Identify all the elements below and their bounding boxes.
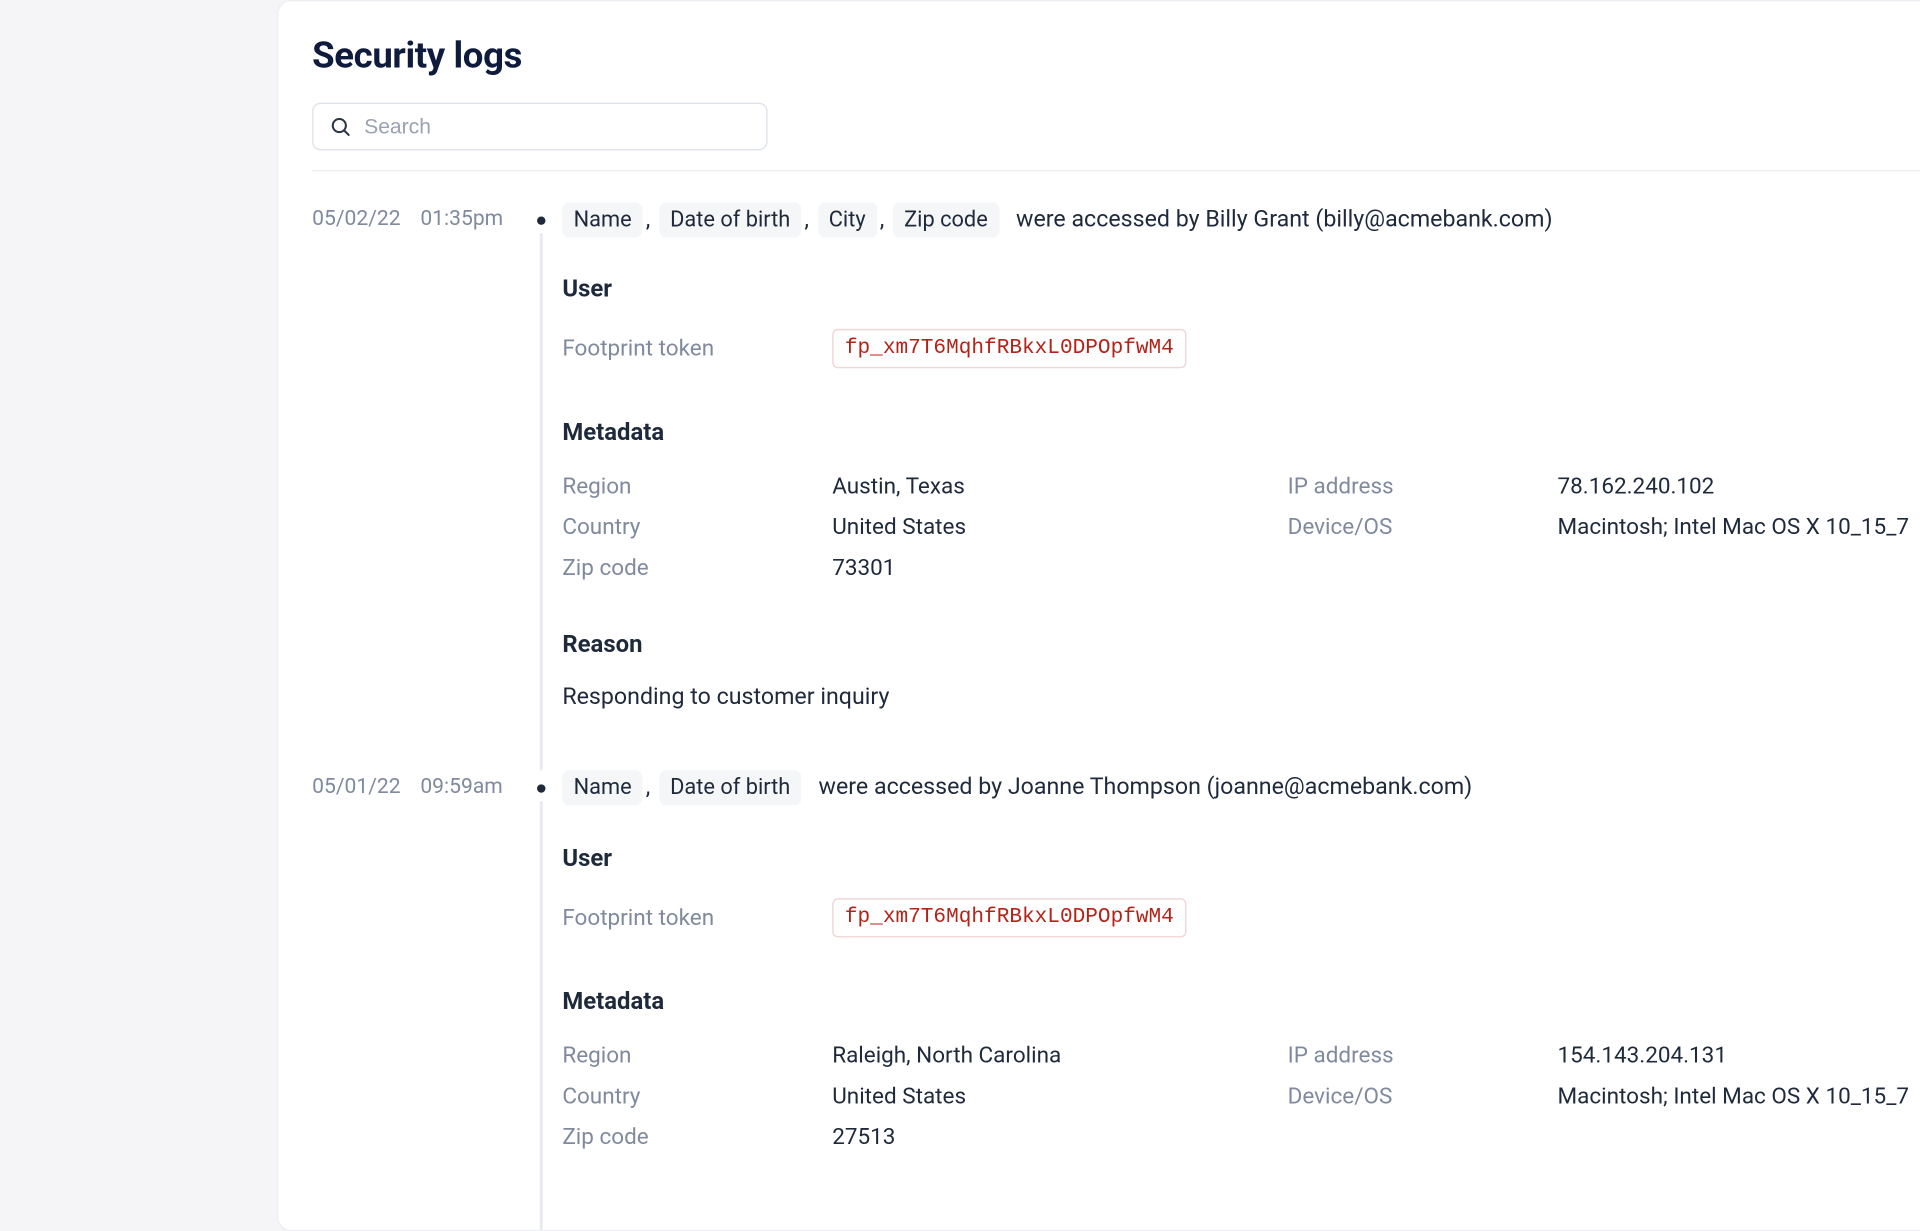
metadata-heading: Metadata — [562, 419, 1920, 447]
page-title: Security logs — [312, 35, 1920, 77]
log-entry: 05/01/22 09:59am Name, Date of birth wer… — [312, 771, 1920, 1150]
log-time: 09:59am — [420, 774, 502, 799]
ip-value: 78.162.240.102 — [1558, 473, 1920, 500]
log-headline: Name, Date of birth were accessed by Joa… — [562, 771, 1920, 808]
country-label: Country — [562, 514, 832, 541]
log-headline: Name, Date of birth, City, Zip code were… — [562, 202, 1920, 239]
ip-value: 154.143.204.131 — [1558, 1041, 1920, 1068]
chip-separator: , — [643, 207, 653, 234]
log-entry: 05/02/22 01:35pm Name, Date of birth, Ci… — [312, 202, 1920, 711]
user-heading: User — [562, 844, 1920, 872]
app-frame: Security logs Filters 05/02/22 01:35pm — [277, 0, 1920, 1231]
device-label: Device/OS — [1288, 1082, 1558, 1109]
timeline-rail — [526, 202, 563, 711]
search-input[interactable] — [312, 103, 767, 151]
log-entries: 05/02/22 01:35pm Name, Date of birth, Ci… — [312, 202, 1920, 1149]
log-date: 05/02/22 — [312, 205, 401, 230]
device-label: Device/OS — [1288, 514, 1558, 541]
footprint-token-row: Footprint token fp_xm7T6MqhfRBkxL0DPOpfw… — [562, 898, 1920, 937]
field-chip: Zip code — [893, 202, 999, 237]
country-value: United States — [832, 514, 1287, 541]
country-value: United States — [832, 1082, 1287, 1109]
log-headline-text: were accessed by Billy Grant (billy@acme… — [1016, 207, 1553, 234]
log-content: Name, Date of birth were accessed by Joa… — [562, 771, 1920, 1150]
timeline-rail — [526, 771, 563, 1150]
chip-separator: , — [643, 775, 653, 802]
reason-heading: Reason — [562, 632, 1920, 660]
footprint-token-value[interactable]: fp_xm7T6MqhfRBkxL0DPOpfwM4 — [832, 329, 1186, 368]
footprint-token-label: Footprint token — [562, 898, 832, 937]
reason-text: Responding to customer inquiry — [562, 685, 1920, 712]
field-chip: Name — [562, 771, 643, 806]
ip-label: IP address — [1288, 473, 1558, 500]
footprint-token-value[interactable]: fp_xm7T6MqhfRBkxL0DPOpfwM4 — [832, 898, 1186, 937]
device-value: Macintosh; Intel Mac OS X 10_15_7 — [1558, 514, 1920, 541]
chip-separator: , — [877, 207, 887, 234]
zip-label: Zip code — [562, 554, 832, 581]
user-heading: User — [562, 276, 1920, 304]
footprint-token-row: Footprint token fp_xm7T6MqhfRBkxL0DPOpfw… — [562, 329, 1920, 368]
log-timestamp: 05/01/22 09:59am — [312, 771, 526, 799]
ip-label: IP address — [1288, 1041, 1558, 1068]
region-value: Raleigh, North Carolina — [832, 1041, 1287, 1068]
region-label: Region — [562, 473, 832, 500]
field-chip: City — [817, 202, 876, 237]
log-date: 05/01/22 — [312, 774, 401, 799]
device-value: Macintosh; Intel Mac OS X 10_15_7 — [1558, 1082, 1920, 1109]
zip-value: 27513 — [832, 1123, 1287, 1150]
toolbar: Filters — [312, 103, 1920, 151]
field-chip: Date of birth — [659, 202, 802, 237]
country-label: Country — [562, 1082, 832, 1109]
log-time: 01:35pm — [420, 205, 503, 230]
metadata-grid: Region Raleigh, North Carolina IP addres… — [562, 1041, 1920, 1149]
log-content: Name, Date of birth, City, Zip code were… — [562, 202, 1920, 711]
toolbar-divider — [312, 170, 1920, 171]
region-label: Region — [562, 1041, 832, 1068]
footprint-token-label: Footprint token — [562, 329, 832, 368]
zip-value: 73301 — [832, 554, 1287, 581]
search-field-wrap — [312, 103, 767, 151]
metadata-grid: Region Austin, Texas IP address 78.162.2… — [562, 473, 1920, 581]
chip-separator: , — [802, 207, 812, 234]
log-headline-text: were accessed by Joanne Thompson (joanne… — [819, 775, 1473, 802]
region-value: Austin, Texas — [832, 473, 1287, 500]
log-timestamp: 05/02/22 01:35pm — [312, 202, 526, 230]
field-chip: Name — [562, 202, 643, 237]
field-chip: Date of birth — [659, 771, 802, 806]
metadata-heading: Metadata — [562, 988, 1920, 1016]
zip-label: Zip code — [562, 1123, 832, 1150]
